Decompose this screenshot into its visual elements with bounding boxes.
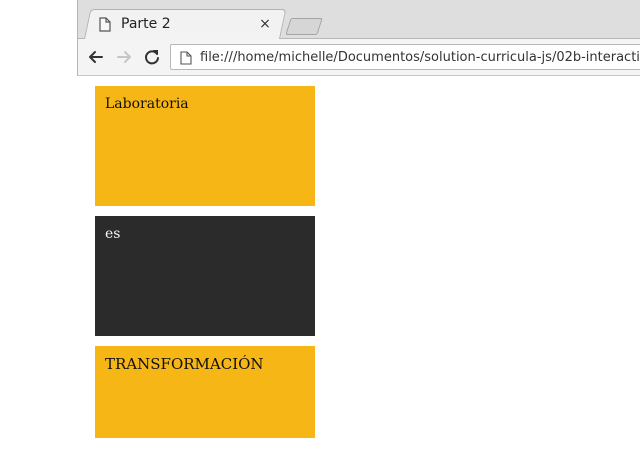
back-arrow-icon[interactable] bbox=[86, 47, 106, 67]
new-tab-button[interactable] bbox=[285, 18, 323, 35]
screen: Parte 2 × file:///home/michelle/Document… bbox=[0, 0, 640, 460]
card-es: es bbox=[95, 216, 315, 336]
address-bar[interactable]: file:///home/michelle/Documentos/solutio… bbox=[170, 44, 640, 70]
active-tab[interactable]: Parte 2 × bbox=[98, 12, 276, 36]
card-transformacion: TRANSFORMACIÓN bbox=[95, 346, 315, 438]
browser-toolbar: file:///home/michelle/Documentos/solutio… bbox=[78, 39, 640, 76]
url-text: file:///home/michelle/Documentos/solutio… bbox=[200, 50, 640, 65]
tab-close-icon[interactable]: × bbox=[256, 15, 274, 33]
page-icon bbox=[99, 16, 111, 32]
page-icon bbox=[180, 51, 192, 65]
tab-title: Parte 2 bbox=[121, 16, 171, 32]
tab-strip: Parte 2 × bbox=[78, 0, 640, 39]
browser-chrome: Parte 2 × file:///home/michelle/Document… bbox=[77, 0, 640, 76]
card-laboratoria: Laboratoria bbox=[95, 86, 315, 206]
forward-arrow-icon[interactable] bbox=[114, 47, 134, 67]
reload-icon[interactable] bbox=[142, 47, 162, 67]
